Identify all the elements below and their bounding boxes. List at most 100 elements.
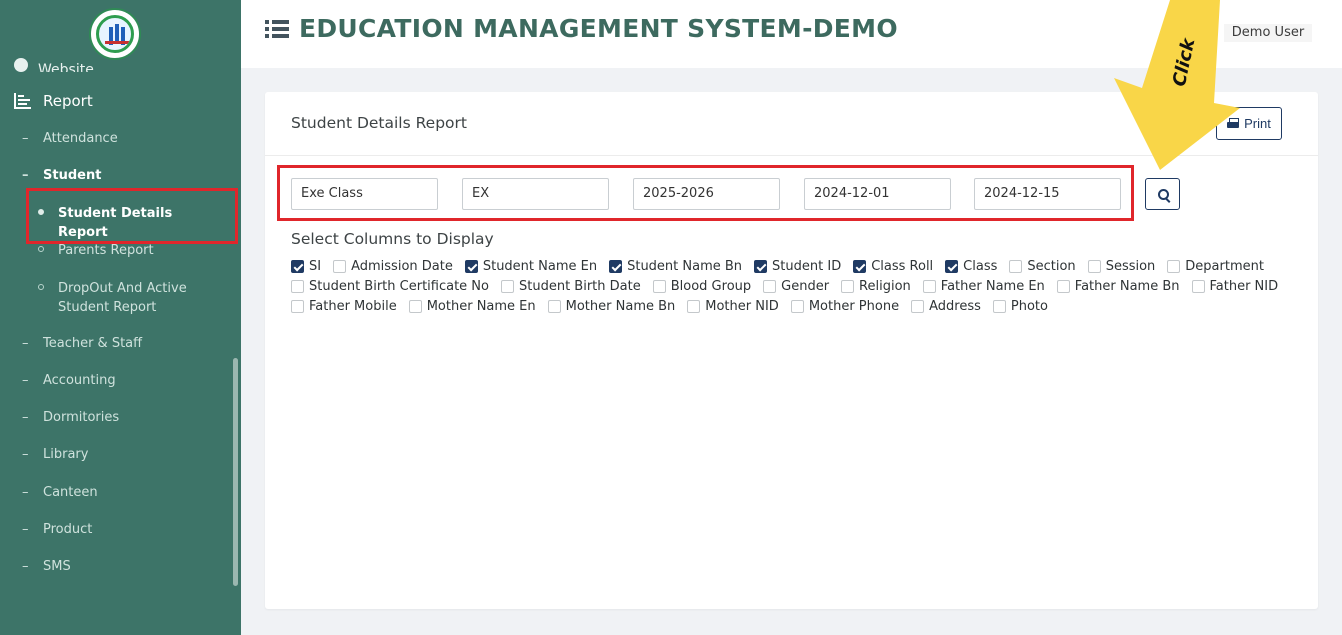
column-label: Student Name Bn bbox=[627, 259, 743, 274]
column-checkbox[interactable] bbox=[547, 300, 561, 313]
to-date-input[interactable]: 2024-12-15 bbox=[974, 178, 1121, 210]
column-option[interactable]: Father NID bbox=[1191, 278, 1279, 295]
column-label: Mother Phone bbox=[808, 299, 900, 314]
column-checkbox[interactable] bbox=[1056, 280, 1070, 293]
annotation-arrow bbox=[1114, 0, 1240, 170]
column-label: Class bbox=[963, 259, 998, 274]
column-option[interactable]: Blood Group bbox=[652, 278, 752, 295]
column-checkbox[interactable] bbox=[464, 260, 478, 273]
sidebar-item-student[interactable]: – Student bbox=[22, 168, 101, 183]
column-label: Father Name Bn bbox=[1074, 279, 1180, 294]
sidebar-item-sms[interactable]: – SMS bbox=[22, 559, 71, 574]
class-select[interactable]: Exe Class bbox=[291, 178, 438, 210]
column-checkbox[interactable] bbox=[291, 280, 304, 293]
sidebar-scrollbar[interactable] bbox=[233, 358, 238, 586]
column-checkbox[interactable] bbox=[754, 260, 768, 273]
column-checkbox[interactable] bbox=[922, 280, 936, 293]
column-checkbox[interactable] bbox=[1191, 280, 1205, 293]
column-option[interactable]: Student Name En bbox=[464, 258, 598, 275]
column-option[interactable]: Father Name En bbox=[922, 278, 1045, 295]
column-checkbox[interactable] bbox=[291, 300, 304, 313]
session-select[interactable]: 2025-2026 bbox=[633, 178, 780, 210]
column-option[interactable]: Mother Name En bbox=[408, 298, 536, 315]
column-checkbox[interactable] bbox=[1087, 260, 1101, 273]
sidebar-item-canteen[interactable]: – Canteen bbox=[22, 485, 98, 500]
column-checkbox[interactable] bbox=[841, 280, 855, 293]
sidebar-item-attendance[interactable]: – Attendance bbox=[22, 131, 118, 146]
column-option[interactable]: Class bbox=[945, 258, 997, 275]
column-label: Father Name En bbox=[940, 279, 1045, 294]
column-label: Admission Date bbox=[351, 259, 453, 274]
column-option[interactable]: Student Birth Date bbox=[501, 278, 641, 295]
column-option[interactable]: Admission Date bbox=[333, 258, 453, 275]
column-label: Mother Name Bn bbox=[565, 299, 676, 314]
column-label: Mother Name En bbox=[426, 299, 536, 314]
bullet-icon bbox=[38, 246, 44, 252]
column-option[interactable]: Religion bbox=[841, 278, 911, 295]
sidebar-item-accounting[interactable]: – Accounting bbox=[22, 373, 116, 388]
column-label: Class Roll bbox=[871, 259, 934, 274]
app-title: EDUCATION MANAGEMENT SYSTEM-DEMO bbox=[299, 14, 898, 43]
column-option[interactable]: Mother Name Bn bbox=[547, 298, 676, 315]
sidebar-item-product[interactable]: – Product bbox=[22, 522, 92, 537]
column-label: Photo bbox=[1010, 299, 1048, 314]
column-option[interactable]: Photo bbox=[992, 298, 1048, 315]
column-checkbox[interactable] bbox=[687, 300, 701, 313]
column-label: Blood Group bbox=[670, 279, 752, 294]
school-logo[interactable] bbox=[89, 8, 141, 60]
column-checkbox[interactable] bbox=[945, 260, 959, 273]
column-option[interactable]: Section bbox=[1009, 258, 1076, 275]
column-label: Father NID bbox=[1209, 279, 1279, 294]
column-label: Student Birth Certificate No bbox=[309, 279, 489, 294]
card-title: Student Details Report bbox=[291, 114, 467, 132]
column-option[interactable]: Father Mobile bbox=[291, 298, 397, 315]
column-option[interactable]: Student Name Bn bbox=[609, 258, 742, 275]
column-checkbox[interactable] bbox=[1167, 260, 1181, 273]
column-checkbox[interactable] bbox=[501, 280, 514, 293]
column-option[interactable]: Gender bbox=[763, 278, 829, 295]
column-checkbox[interactable] bbox=[790, 300, 804, 313]
section-select[interactable]: EX bbox=[462, 178, 609, 210]
column-label: Department bbox=[1185, 259, 1264, 274]
column-checkbox-list: SI Admission Date Student Name En Student N… bbox=[291, 258, 1291, 315]
column-option[interactable]: Student Birth Certificate No bbox=[291, 278, 489, 295]
highlight-box bbox=[26, 188, 238, 244]
column-checkbox[interactable] bbox=[609, 260, 623, 273]
sidebar-item-teacher-staff[interactable]: – Teacher & Staff bbox=[22, 336, 142, 351]
column-checkbox[interactable] bbox=[291, 260, 304, 273]
column-label: Student Name En bbox=[482, 259, 598, 274]
sidebar-item-dormitories[interactable]: – Dormitories bbox=[22, 410, 119, 425]
bar-chart-icon bbox=[14, 93, 32, 109]
column-label: Mother NID bbox=[705, 299, 779, 314]
column-checkbox[interactable] bbox=[333, 260, 347, 273]
column-label: Address bbox=[929, 299, 981, 314]
sidebar-item-library[interactable]: – Library bbox=[22, 447, 88, 462]
column-option[interactable]: Class Roll bbox=[853, 258, 933, 275]
column-checkbox[interactable] bbox=[1009, 260, 1023, 273]
column-checkbox[interactable] bbox=[408, 300, 422, 313]
column-checkbox[interactable] bbox=[763, 280, 777, 293]
sidebar-item-website[interactable]: Website bbox=[14, 56, 94, 72]
column-option[interactable]: Mother Phone bbox=[790, 298, 900, 315]
sidebar: Website Report – Attendance – Student Stud… bbox=[0, 0, 241, 635]
column-checkbox[interactable] bbox=[853, 260, 867, 273]
column-label: Student ID bbox=[772, 259, 842, 274]
menu-toggle-icon[interactable] bbox=[265, 20, 289, 38]
column-checkbox[interactable] bbox=[652, 280, 666, 293]
columns-heading: Select Columns to Display bbox=[291, 230, 494, 248]
column-label: Section bbox=[1027, 259, 1076, 274]
sidebar-item-report[interactable]: Report bbox=[14, 92, 93, 110]
from-date-input[interactable]: 2024-12-01 bbox=[804, 178, 951, 210]
search-button[interactable] bbox=[1145, 178, 1180, 210]
column-option[interactable]: SI bbox=[291, 258, 321, 275]
column-option[interactable]: Address bbox=[911, 298, 981, 315]
column-checkbox[interactable] bbox=[992, 300, 1006, 313]
column-option[interactable]: Department bbox=[1167, 258, 1264, 275]
sidebar-subitem-dropout-report[interactable]: DropOut And Active Student Report bbox=[38, 279, 198, 317]
column-label: Religion bbox=[859, 279, 911, 294]
column-option[interactable]: Mother NID bbox=[687, 298, 779, 315]
column-option[interactable]: Student ID bbox=[754, 258, 841, 275]
column-checkbox[interactable] bbox=[911, 300, 925, 313]
column-option[interactable]: Session bbox=[1087, 258, 1155, 275]
column-option[interactable]: Father Name Bn bbox=[1056, 278, 1180, 295]
